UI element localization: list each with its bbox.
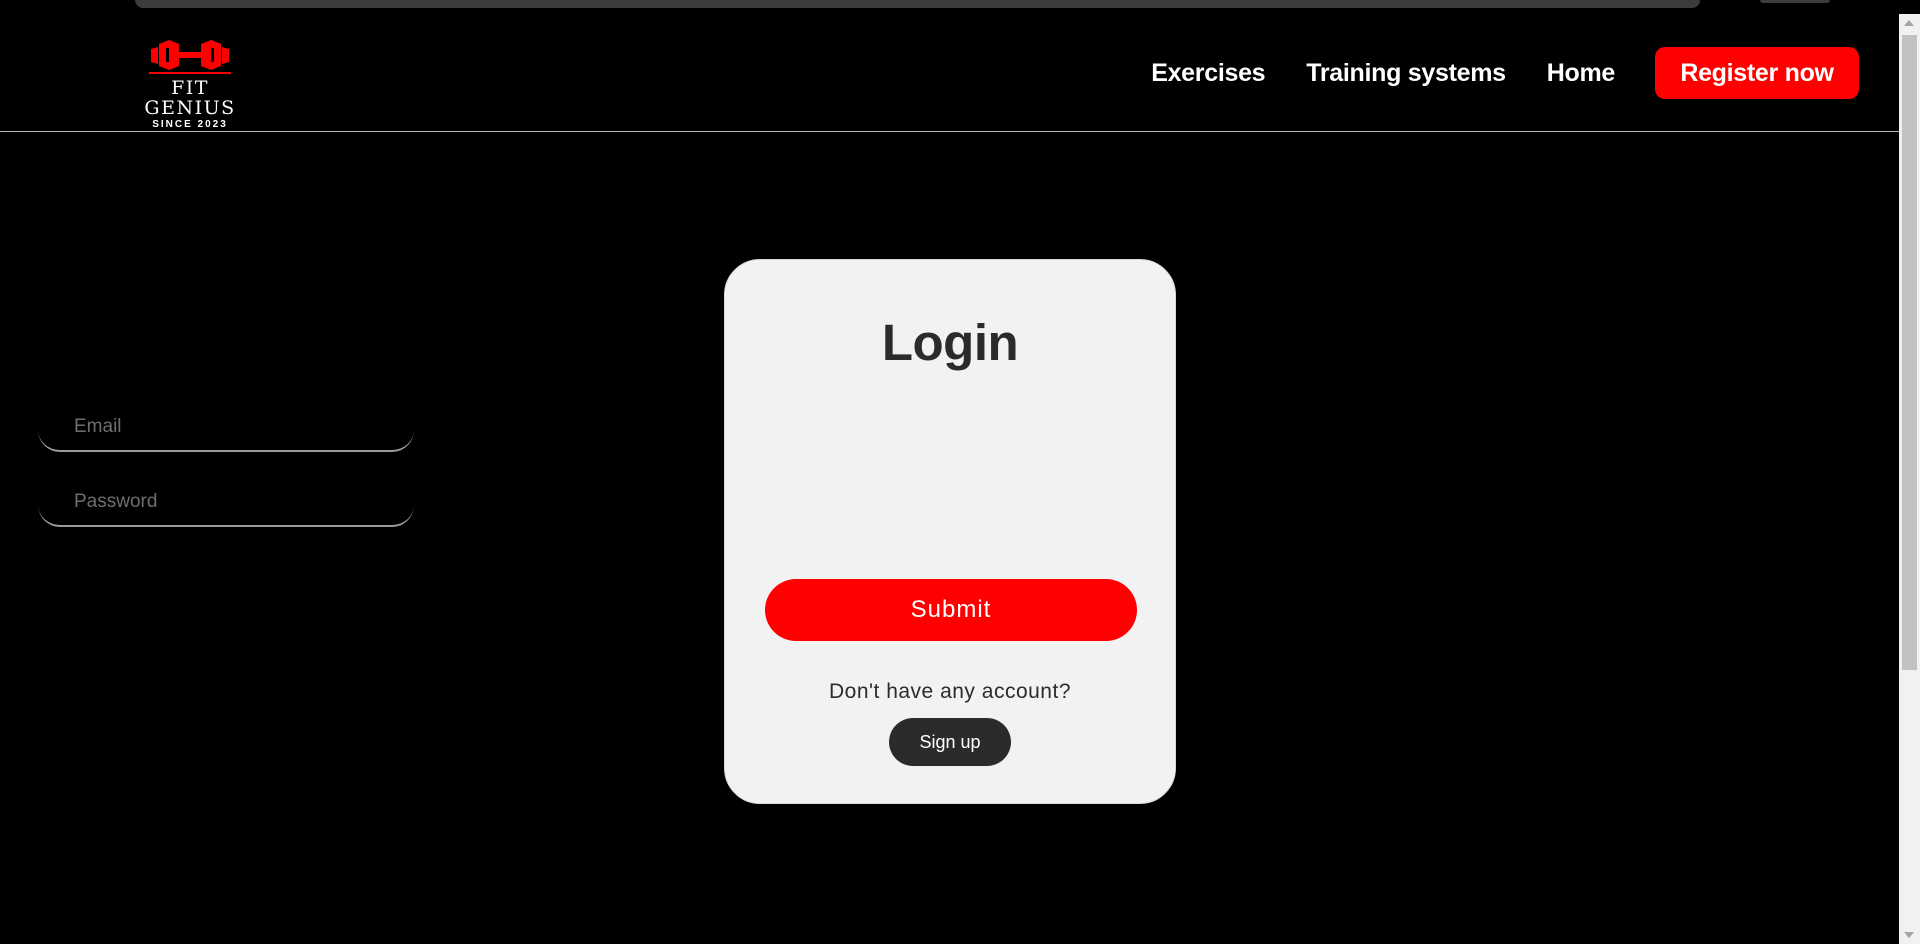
sign-up-button[interactable]: Sign up xyxy=(889,718,1011,766)
login-card: Login Submit Don't have any account? Sig… xyxy=(724,259,1176,804)
submit-button[interactable]: Submit xyxy=(765,579,1137,641)
browser-address-bar xyxy=(135,0,1700,8)
register-now-button[interactable]: Register now xyxy=(1655,47,1859,99)
email-input[interactable] xyxy=(38,404,414,450)
nav-exercises-link[interactable]: Exercises xyxy=(1151,59,1265,88)
scroll-up-icon[interactable] xyxy=(1904,20,1914,26)
password-input[interactable] xyxy=(38,479,414,525)
logo-title: FIT GENIUS xyxy=(144,77,236,119)
site-logo[interactable]: FIT GENIUS SINCE 2023 xyxy=(126,36,254,130)
password-field-wrapper xyxy=(38,479,414,527)
main-nav: Exercises Training systems Home Register… xyxy=(1151,47,1859,99)
nav-home-link[interactable]: Home xyxy=(1547,59,1616,88)
page-scrollbar[interactable] xyxy=(1899,14,1920,944)
scrollbar-thumb[interactable] xyxy=(1902,35,1917,670)
browser-chrome xyxy=(0,0,1920,14)
logo-subtitle: SINCE 2023 xyxy=(152,119,228,130)
nav-training-systems-link[interactable]: Training systems xyxy=(1306,59,1506,88)
site-header: FIT GENIUS SINCE 2023 Exercises Training… xyxy=(0,14,1899,132)
scroll-down-icon[interactable] xyxy=(1904,932,1914,938)
dumbbell-icon xyxy=(149,40,231,74)
email-field-wrapper xyxy=(38,404,414,452)
no-account-text: Don't have any account? xyxy=(829,680,1071,703)
browser-tab xyxy=(1760,0,1830,3)
login-title: Login xyxy=(881,314,1019,371)
